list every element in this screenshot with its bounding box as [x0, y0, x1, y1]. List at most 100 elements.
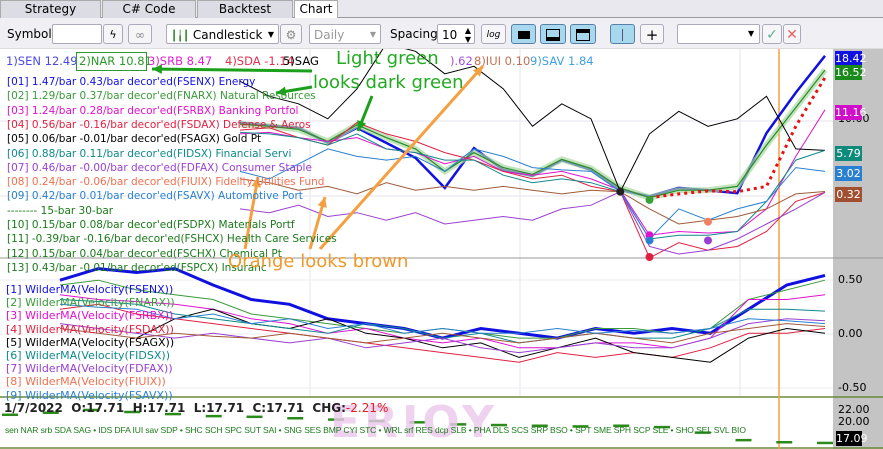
annotation-orange-brown: Orange looks brown [228, 251, 409, 272]
marker-dot [704, 236, 712, 245]
lower-axis-label: 0.00 [838, 327, 863, 340]
legend-item[interactable]: [9] WilderMA(Velocity(FSAVX)) [6, 389, 173, 402]
plus-icon: + [645, 26, 659, 44]
top-pane-button[interactable] [570, 24, 596, 44]
green-arrow [151, 67, 313, 73]
ohlc-open: O:17.71 [71, 401, 125, 415]
marker-dot [645, 236, 654, 245]
up-down-icon: ▲ ▼ [464, 26, 471, 44]
lightning-icon: ϟ [109, 28, 117, 41]
spacing-stepper[interactable]: 10 ▲ ▼ [437, 24, 475, 44]
ohlc-date: 1/7/2022 [4, 401, 63, 415]
tab-code-editor[interactable]: C# Code Editor [102, 0, 196, 33]
annotation-dark-green: looks dark green [313, 72, 464, 93]
legend-item[interactable]: [06] 0.88/bar 0.11/bar decor'ed(FIDSX) F… [7, 148, 291, 161]
lower-series-fidsx [59, 299, 826, 344]
legend-item[interactable]: [07] 0.46/bar -0.00/bar decor'ed(FDFAX) … [7, 162, 312, 175]
orange-arrow [318, 65, 485, 250]
lower-series-fnarx [59, 279, 826, 339]
legend-item[interactable]: [04] 0.56/bar -0.16/bar decor'ed(FSDAX) … [7, 119, 311, 132]
legend-separator[interactable]: -------- 15-bar 30-bar [7, 205, 113, 218]
legend-item[interactable]: [10] 0.15/bar 0.08/bar decor'ed(FSDPX) M… [7, 219, 295, 232]
close-icon: ✕ [786, 27, 798, 43]
lower-series-fiuix [59, 323, 826, 344]
lower-axis-label: -0.50 [838, 381, 867, 394]
upper-series-fsagx [239, 49, 826, 193]
price-tag: 0.32 [835, 186, 862, 202]
vertical-line-button[interactable] [610, 24, 635, 44]
chevron-down-icon: ▼ [267, 30, 274, 39]
legend-item[interactable]: [6] WilderMA(Velocity(FIDSX)) [6, 349, 170, 362]
ohlc-high: H:17.71 [132, 401, 186, 415]
legend-item[interactable]: [09] 0.42/bar 0.01/bar decor'ed(FSAVX) A… [7, 190, 303, 203]
gear-icon: ⚙ [285, 28, 297, 42]
legend-item[interactable]: [08] 0.24/bar -0.06/bar decor'ed(FIUIX) … [7, 176, 324, 189]
period-select[interactable]: Daily ▼ [309, 24, 381, 44]
spacing-value: 10 [442, 28, 458, 42]
legend-item[interactable]: 9)SAV 1.84 [530, 55, 594, 68]
marker-dot [704, 217, 712, 226]
legend-item[interactable]: [11] -0.39/bar -0.16/bar decor'ed(FSHCX)… [7, 233, 337, 246]
legend-item[interactable]: 1)SEN 12.49 [6, 55, 78, 68]
chevron-down-icon: ▼ [369, 30, 376, 39]
legend-item[interactable]: [02] 1.29/bar 0.37/bar decor'ed(FNARX) N… [7, 90, 316, 103]
tab-strategy-settings[interactable]: Strategy Settings [0, 0, 101, 33]
ohlc-close: C:17.71 [252, 401, 305, 415]
lower-series-fsenx [59, 267, 826, 340]
legend-item[interactable]: [3] WilderMA(Velocity(FSRBX)) [6, 309, 173, 322]
crosshair-button[interactable]: + [640, 24, 664, 44]
legend-item[interactable]: 5)SAG [283, 55, 319, 68]
log-button[interactable]: log [481, 24, 506, 44]
legend-item[interactable]: ).62 [450, 55, 473, 68]
chart-area[interactable]: 1)SEN 12.49 2)NAR 10.81 3)SRB 8.47 4)SDA -1… [0, 49, 883, 449]
tab-bar: Strategy Settings C# Code Editor Backtes… [0, 0, 883, 33]
ohlc-readout: 1/7/2022 O:17.71 H:17.71 L:17.71 C:17.71… [4, 401, 388, 415]
price-tag: 3.02 [835, 166, 862, 182]
price-tag: 18.42 [835, 50, 867, 66]
confirm-button[interactable]: ✓ [762, 24, 782, 44]
period-value: Daily [314, 28, 345, 42]
marker-dot [645, 253, 654, 261]
legend-item[interactable]: 3)SRB 8.47 [148, 55, 212, 68]
camera-icon [517, 31, 530, 39]
upper-series-dotted [649, 76, 827, 200]
chevron-down-icon: ▼ [748, 29, 755, 38]
chart-type-select[interactable]: ┃╽┃ Candlestick ▼ [166, 24, 279, 44]
spacing-label: Spacing [390, 27, 438, 41]
price-tag: 5.79 [835, 145, 862, 161]
ohlc-low: L:17.71 [193, 401, 245, 415]
legend-item[interactable]: 8)IUI 0.10 [474, 55, 530, 68]
cancel-button[interactable]: ✕ [783, 24, 801, 44]
candlestick-icon: ┃╽┃ [171, 31, 190, 42]
legend-item[interactable]: [7] WilderMA(Velocity(FDFAX)) [6, 362, 173, 375]
legend-item[interactable]: [8] WilderMA(Velocity(FIUIX)) [6, 375, 166, 388]
annotation-light-green: Light green [336, 48, 439, 69]
legend-item[interactable]: [4] WilderMA(Velocity(FSDAX)) [6, 323, 174, 336]
tab-chart[interactable]: Chart [294, 0, 338, 19]
vertical-line-icon [622, 29, 623, 41]
legend-item[interactable]: [5] WilderMA(Velocity(FSAGX)) [6, 336, 174, 349]
marker-dot [616, 187, 625, 196]
pane-icon [546, 29, 560, 41]
link-button[interactable]: ∞ [128, 24, 152, 44]
symbol-label: Symbol [7, 27, 52, 41]
symbols-line[interactable]: sen NAR srb SDA SAG • IDS DFA IUI sav SD… [5, 425, 746, 435]
symbol-input[interactable] [52, 24, 102, 44]
legend-item[interactable]: [01] 1.47/bar 0.43/bar decor'ed(FSENX) E… [7, 76, 255, 89]
price-tag: 11.16 [835, 105, 867, 121]
bottom-pane-button[interactable] [540, 24, 566, 44]
legend-item[interactable]: [2] WilderMA(Velocity(FNARX)) [6, 296, 175, 309]
tab-backtest-results[interactable]: Backtest Results [197, 0, 293, 33]
legend-item[interactable]: [1] WilderMA(Velocity(FSENX)) [6, 283, 173, 296]
highlight-box [76, 52, 147, 71]
ohlc-chg-label: CHG: [312, 401, 346, 415]
legend-item[interactable]: [05] 0.06/bar -0.01/bar decor'ed(FSAGX) … [7, 133, 261, 146]
chart-toolbar: Symbol ϟ ∞ ┃╽┃ Candlestick ▼ ⚙ Daily ▼ Sp… [0, 18, 883, 49]
camera-button[interactable] [511, 24, 536, 44]
lightning-button[interactable]: ϟ [103, 24, 123, 44]
current-price-tag: 17.09 [836, 431, 868, 446]
legend-item[interactable]: [03] 1.24/bar 0.28/bar decor'ed(FSRBX) B… [7, 105, 298, 118]
settings-button[interactable]: ⚙ [280, 24, 302, 44]
bottom-axis-label: 20.00 [838, 415, 870, 428]
check-icon: ✓ [766, 27, 778, 43]
